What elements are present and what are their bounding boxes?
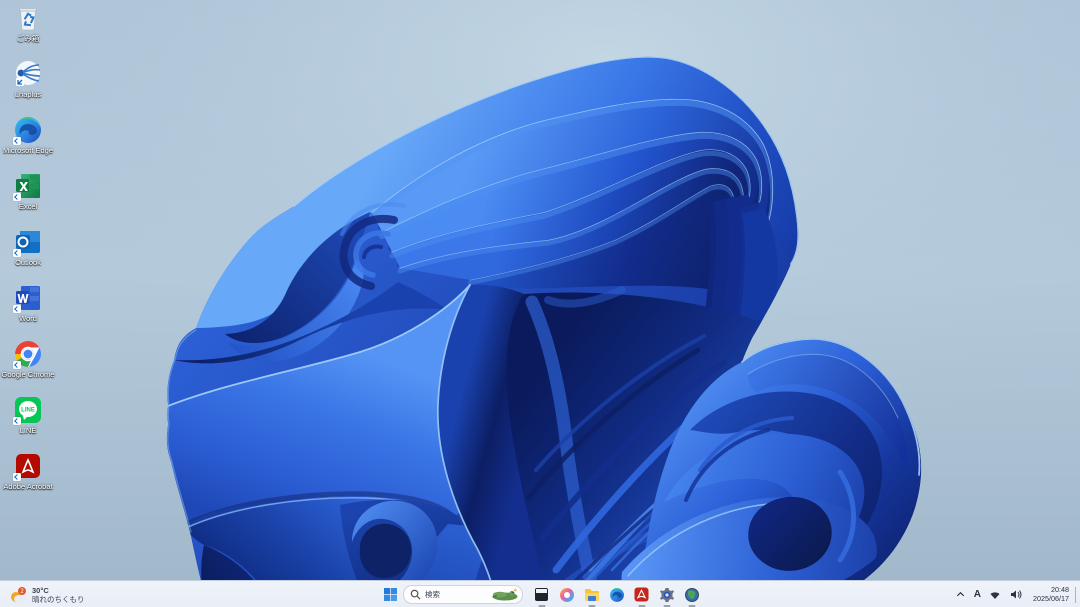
svg-text:LINE: LINE — [21, 408, 35, 414]
